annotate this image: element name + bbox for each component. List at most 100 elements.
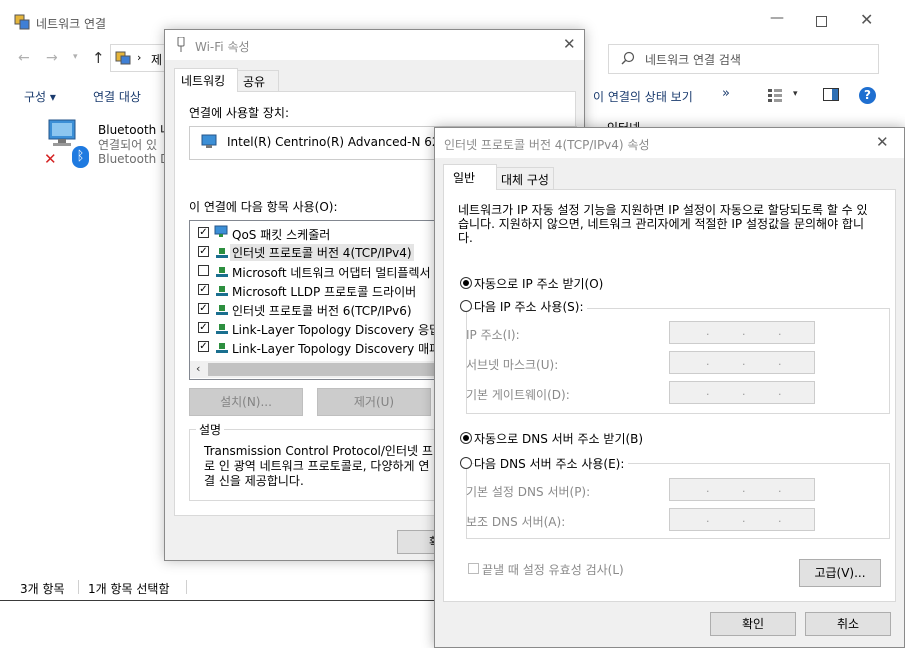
ipv4-dialog-title: 인터넷 프로토콜 버전 4(TCP/IPv4) 속성 (444, 138, 650, 152)
auto-ip-label[interactable]: 자동으로 IP 주소 받기(O) (474, 275, 603, 292)
wifi-dialog-title: Wi-Fi 속성 (195, 40, 250, 54)
partial-adapter-label: 인터넷 (607, 119, 640, 127)
breadcrumb-separator: › (137, 51, 142, 64)
alternate-dns-label: 보조 DNS 서버(A): (466, 515, 566, 529)
view-options-icon[interactable] (768, 89, 782, 102)
ip-address-field[interactable]: ... (669, 321, 815, 344)
info-text: 네트워크가 IP 자동 설정 기능을 지원하면 IP 설정이 자동으로 할당되도… (458, 203, 868, 245)
preferred-dns-label: 기본 설정 DNS 서버(P): (466, 485, 591, 499)
item-label: 인터넷 프로토콜 버전 6(TCP/IPv6) (232, 304, 412, 318)
address-bar[interactable]: › 제 (110, 44, 166, 72)
forward-arrow-icon[interactable]: → (46, 50, 58, 66)
adapter-status: 연결되어 있 (98, 138, 158, 152)
view-status-button[interactable]: 이 연결의 상태 보기 (593, 88, 693, 105)
bluetooth-icon: ᛒ (72, 146, 89, 168)
protocol-icon (216, 305, 228, 315)
ipv4-tab-panel: 네트워크가 IP 자동 설정 기능을 지원하면 IP 설정이 자동으로 할당되도… (443, 189, 896, 602)
auto-ip-radio[interactable] (460, 277, 472, 289)
status-item-count: 3개 항목 (20, 582, 65, 596)
subnet-mask-field[interactable]: ... (669, 351, 815, 374)
item-label: Microsoft 네트워크 어댑터 멀티플렉서 (232, 266, 431, 280)
close-icon[interactable]: ✕ (860, 10, 873, 29)
tab-alternate-config[interactable]: 대체 구성 (496, 167, 554, 189)
disconnected-x-icon: ✕ (44, 150, 57, 168)
maximize-icon[interactable] (816, 16, 827, 27)
minimize-icon[interactable]: — (770, 10, 784, 30)
manual-dns-radio[interactable] (460, 457, 472, 469)
view-dropdown-icon[interactable]: ▾ (793, 89, 798, 99)
ipv4-titlebar: 인터넷 프로토콜 버전 4(TCP/IPv4) 속성 ✕ (435, 128, 904, 158)
back-arrow-icon[interactable]: ← (18, 50, 30, 66)
status-selected: 1개 항목 선택함 (88, 582, 170, 596)
connect-to-button[interactable]: 연결 대상 (93, 88, 141, 105)
validate-label[interactable]: 끝낼 때 설정 유효성 검사(L) (482, 561, 624, 578)
ipv4-close-icon[interactable]: ✕ (876, 133, 889, 151)
protocol-icon (216, 324, 228, 334)
wifi-titlebar: Wi-Fi 속성 ✕ (165, 30, 584, 60)
organize-menu[interactable]: 구성 ▾ (24, 88, 56, 105)
up-arrow-icon[interactable]: ↑ (92, 49, 105, 67)
protocol-icon (216, 343, 228, 353)
tab-networking[interactable]: 네트워킹 (174, 68, 238, 92)
explorer-app-icon (14, 14, 30, 30)
connect-using-label: 연결에 사용할 장치: (189, 106, 289, 120)
item-label: QoS 패킷 스케줄러 (232, 228, 331, 242)
default-gateway-label: 기본 게이트웨이(D): (466, 388, 570, 402)
description-group-label: 설명 (196, 421, 225, 438)
manual-ip-radio[interactable] (460, 300, 472, 312)
network-card-icon (200, 134, 218, 150)
tab-sharing[interactable]: 공유 (237, 70, 279, 91)
item-checkbox[interactable]: ✓ (198, 322, 209, 333)
more-commands-button[interactable]: » (722, 86, 730, 101)
search-input[interactable]: 네트워크 연결 검색 (645, 51, 741, 68)
auto-dns-label[interactable]: 자동으로 DNS 서버 주소 받기(B) (474, 430, 643, 447)
default-gateway-field[interactable]: ... (669, 381, 815, 404)
item-checkbox[interactable]: ✓ (198, 284, 209, 295)
description-text: Transmission Control Protocol/인터넷 프로 인 광… (204, 444, 433, 488)
recent-dropdown-icon[interactable]: ▾ (73, 52, 78, 62)
item-checkbox[interactable]: ✓ (198, 341, 209, 352)
item-label: Microsoft LLDP 프로토콜 드라이버 (232, 285, 417, 299)
status-divider (186, 580, 187, 594)
tab-general[interactable]: 일반 (443, 164, 497, 190)
scroll-left-icon[interactable]: ‹ (196, 362, 200, 375)
ipv4-properties-dialog: 인터넷 프로토콜 버전 4(TCP/IPv4) 속성 ✕ 일반 대체 구성 네트… (434, 127, 905, 648)
wifi-icon (176, 36, 186, 53)
protocol-icon (216, 286, 228, 296)
breadcrumb[interactable]: 제 (151, 51, 162, 68)
item-label: Link-Layer Topology Discovery 응답기 (232, 323, 452, 337)
search-box[interactable]: 네트워크 연결 검색 (608, 44, 879, 74)
manual-ip-label[interactable]: 다음 IP 주소 사용(S): (474, 298, 588, 315)
preview-pane-icon[interactable] (823, 88, 839, 101)
item-checkbox[interactable] (198, 265, 209, 276)
address-folder-icon (115, 50, 131, 66)
device-name: Intel(R) Centrino(R) Advanced-N 6235 (227, 135, 455, 149)
item-label: 인터넷 프로토콜 버전 4(TCP/IPv4) (230, 244, 414, 261)
item-label: Link-Layer Topology Discovery 매퍼 I/ (232, 342, 452, 356)
item-checkbox[interactable]: ✓ (198, 303, 209, 314)
protocol-icon (216, 248, 228, 258)
item-checkbox[interactable]: ✓ (198, 227, 209, 238)
item-checkbox[interactable]: ✓ (198, 246, 209, 257)
subnet-mask-label: 서브넷 마스크(U): (466, 358, 559, 372)
ok-button[interactable]: 확인 (710, 612, 796, 636)
qos-icon (214, 225, 228, 238)
items-label: 이 연결에 다음 항목 사용(O): (189, 200, 338, 214)
status-divider (78, 580, 79, 594)
auto-dns-radio[interactable] (460, 432, 472, 444)
alternate-dns-field[interactable]: ... (669, 508, 815, 531)
cancel-button[interactable]: 취소 (805, 612, 891, 636)
wifi-close-icon[interactable]: ✕ (563, 35, 576, 53)
validate-checkbox[interactable] (468, 563, 479, 574)
ip-address-label: IP 주소(I): (466, 328, 520, 342)
help-icon[interactable]: ? (859, 87, 876, 104)
adapter-device: Bluetooth D (98, 152, 170, 166)
preferred-dns-field[interactable]: ... (669, 478, 815, 501)
advanced-button[interactable]: 고급(V)... (799, 559, 881, 587)
install-button[interactable]: 설치(N)... (189, 388, 303, 416)
protocol-icon (216, 267, 228, 277)
search-icon (621, 51, 635, 68)
remove-button[interactable]: 제거(U) (317, 388, 431, 416)
manual-dns-label[interactable]: 다음 DNS 서버 주소 사용(E): (474, 455, 629, 472)
bluetooth-adapter-item[interactable]: ✕ ᛒ Bluetooth 네 연결되어 있 Bluetooth D (42, 118, 171, 170)
